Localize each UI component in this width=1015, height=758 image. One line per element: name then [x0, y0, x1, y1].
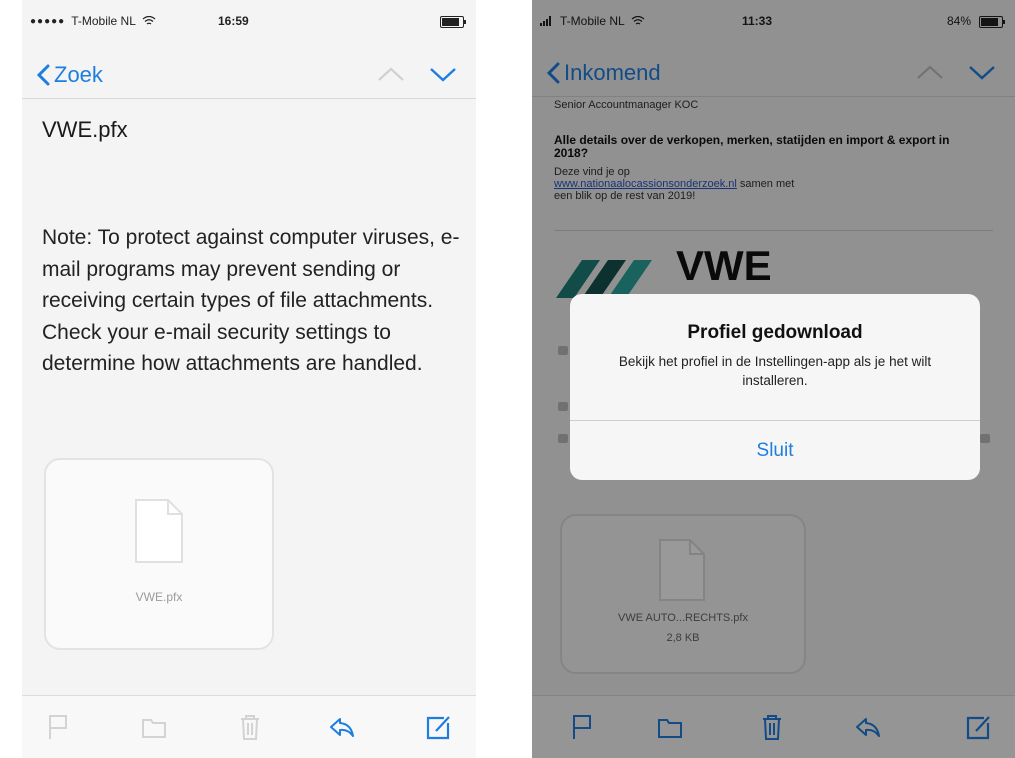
attachment-card[interactable]: VWE.pfx: [44, 458, 274, 650]
wifi-icon: [142, 16, 156, 25]
attachment-name: VWE.pfx: [135, 590, 183, 604]
flag-icon[interactable]: [44, 713, 72, 741]
chevron-left-icon: [36, 64, 50, 86]
close-button[interactable]: Sluit: [570, 421, 980, 480]
chevron-down-icon[interactable]: [428, 64, 458, 84]
back-button[interactable]: Zoek: [36, 62, 103, 88]
profile-downloaded-alert: Profiel gedownload Bekijk het profiel in…: [570, 294, 980, 480]
compose-icon[interactable]: [424, 713, 452, 741]
carrier: ●●●●● T-Mobile NL: [30, 14, 156, 28]
security-note: Note: To protect against computer viruse…: [42, 226, 460, 375]
back-label: Zoek: [54, 62, 103, 87]
right-phone-screen: T-Mobile NL 11:33 84% Inkomend Senior Ac…: [532, 0, 1015, 758]
trash-icon[interactable]: [236, 713, 264, 741]
folder-icon[interactable]: [140, 713, 168, 741]
chevron-up-icon[interactable]: [376, 64, 406, 84]
bottom-toolbar: [22, 695, 476, 758]
document-icon: [135, 499, 183, 563]
message-nav-arrows: [376, 64, 458, 84]
battery-icon: [440, 16, 466, 28]
left-phone-screen: ●●●●● T-Mobile NL 16:59 Zoek VWE.pfx Not…: [22, 0, 476, 758]
alert-title: Profiel gedownload: [687, 322, 863, 343]
reply-icon[interactable]: [328, 713, 356, 741]
status-time: 16:59: [218, 14, 249, 28]
nav-bar: Zoek: [22, 52, 476, 99]
signal-dots-icon: ●●●●●: [30, 15, 66, 27]
carrier-name: T-Mobile NL: [71, 14, 136, 28]
attachment-filename: VWE.pfx: [42, 117, 128, 142]
status-bar: ●●●●● T-Mobile NL 16:59: [22, 14, 476, 36]
alert-message: Bekijk het profiel in de Instellingen-ap…: [618, 354, 932, 388]
